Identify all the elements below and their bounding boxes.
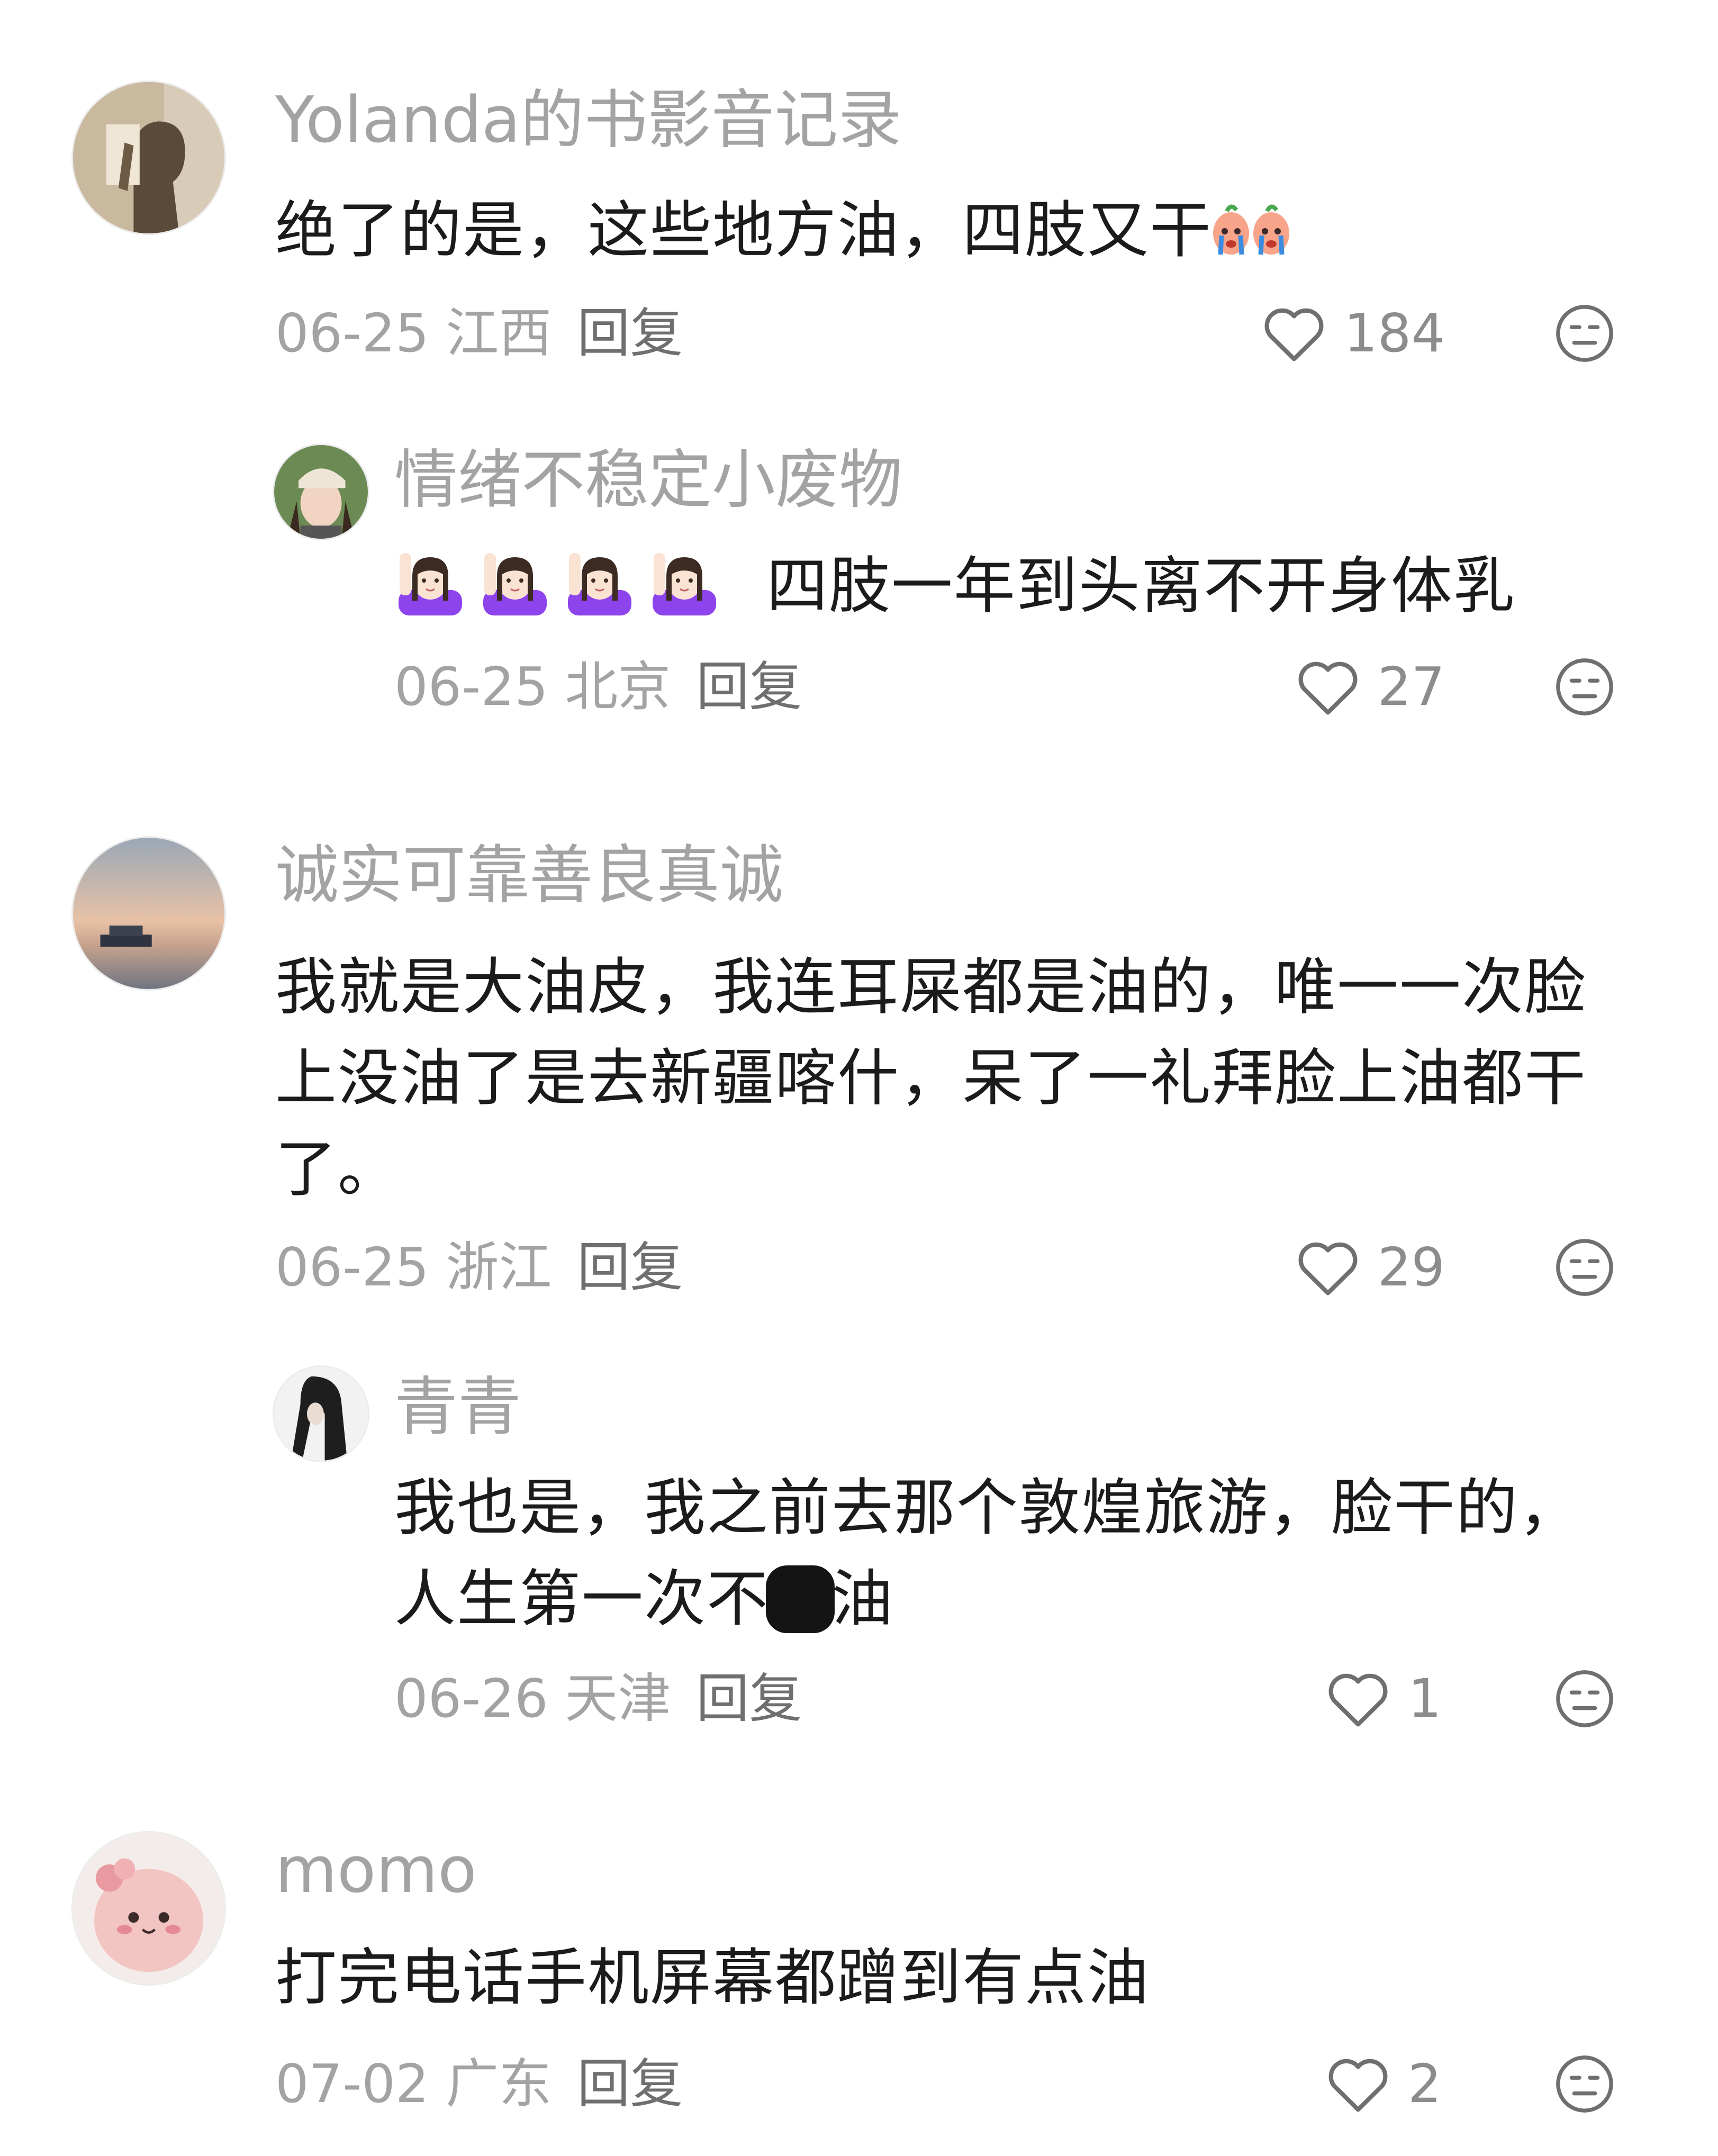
like-count: 1: [1408, 1668, 1442, 1729]
like-count: 184: [1344, 302, 1445, 364]
reply-meta: 06-26 天津 回复 1: [394, 1662, 1445, 1736]
comment-meta: 06-25 江西 回复 184: [275, 296, 1445, 370]
comment-text-body: 绝了的是，这些地方油，四肢又干: [275, 195, 1212, 266]
comment-text: 打完电话手机屏幕都蹭到有点油: [275, 1942, 1150, 2014]
like-button[interactable]: 27: [1295, 650, 1445, 724]
dislike-face-icon[interactable]: [1553, 1236, 1616, 1299]
heart-outline-icon: [1264, 308, 1324, 361]
comment-meta-left: 07-02 广东 回复: [275, 2047, 683, 2121]
dislike-face-icon[interactable]: [1553, 2053, 1616, 2115]
reply-text-body: 四肢一年到头离不开身体乳: [766, 550, 1516, 622]
heart-outline-icon: [1328, 1673, 1388, 1727]
reply-username[interactable]: 青青: [394, 1371, 521, 1445]
comment-text: 绝了的是，这些地方油，四肢又干: [275, 185, 1630, 276]
comment-meta-left: 06-25 江西 回复: [275, 296, 683, 370]
reply-button[interactable]: 回复: [696, 656, 802, 718]
avatar[interactable]: [71, 80, 226, 235]
like-count: 2: [1408, 2053, 1442, 2115]
comment-text: 我就是大油皮，我连耳屎都是油的，唯一一次脸上没油了是去新疆喀什，呆了一礼拜脸上油…: [275, 952, 1587, 1205]
date-location: 06-26 天津: [394, 1668, 671, 1729]
heart-outline-icon: [1328, 2059, 1388, 2112]
like-button[interactable]: 1: [1325, 1662, 1445, 1736]
reply-button[interactable]: 回复: [577, 302, 683, 364]
date-location: 06-25 北京: [394, 656, 671, 718]
reply-button[interactable]: 回复: [577, 2053, 683, 2115]
woman-raising-hand-emoji-icon: [394, 542, 733, 617]
heart-outline-icon: [1298, 662, 1358, 715]
avatar[interactable]: [273, 443, 369, 540]
date-location: 06-25 江西: [275, 302, 552, 364]
like-count: 29: [1377, 1236, 1445, 1298]
dislike-face-icon[interactable]: [1553, 656, 1616, 718]
comment-meta: 06-25 浙江 回复 29: [275, 1230, 1445, 1305]
reply-button[interactable]: 回复: [577, 1236, 683, 1298]
date-location: 07-02 广东: [275, 2053, 552, 2115]
reply-button[interactable]: 回复: [696, 1668, 802, 1729]
dislike-face-icon[interactable]: [1553, 302, 1616, 365]
date-location: 06-25 浙江: [275, 1236, 552, 1298]
reply-text: 我也是，我之前去那个敦煌旅游，脸干的，人生第一次不出油: [394, 1463, 1630, 1645]
like-button[interactable]: 184: [1261, 296, 1445, 370]
reply-text-body: 我也是，我之前去那个敦煌旅游，脸干的，人生第一次不: [394, 1472, 1581, 1635]
like-count: 27: [1377, 656, 1445, 718]
dislike-face-icon[interactable]: [1553, 1668, 1616, 1730]
reply-text-tail: 油: [831, 1563, 894, 1635]
comment-meta-left: 06-25 浙江 回复: [275, 1230, 683, 1305]
like-button[interactable]: 2: [1325, 2047, 1445, 2121]
comment-meta: 07-02 广东 回复 2: [275, 2047, 1445, 2121]
avatar[interactable]: [71, 836, 226, 991]
avatar[interactable]: [71, 1831, 226, 1986]
heart-outline-icon: [1298, 1242, 1358, 1296]
reply-meta-left: 06-25 北京 回复: [394, 650, 802, 724]
reply-meta: 06-25 北京 回复 27: [394, 650, 1445, 724]
comment-username[interactable]: Yolanda的书影音记录: [275, 84, 901, 158]
comment-username[interactable]: 诚实可靠善良真诚: [275, 839, 783, 913]
reply-meta-left: 06-26 天津 回复: [394, 1662, 802, 1736]
crying-peach-emoji-icon: [1212, 192, 1290, 261]
reply-username[interactable]: 情绪不稳定小废物: [394, 443, 902, 518]
comment-username[interactable]: momo: [275, 1834, 477, 1908]
reply-text: 四肢一年到头离不开身体乳: [394, 541, 1630, 632]
censored-text: 出: [766, 1554, 835, 1645]
like-button[interactable]: 29: [1295, 1230, 1445, 1305]
avatar[interactable]: [273, 1365, 369, 1462]
